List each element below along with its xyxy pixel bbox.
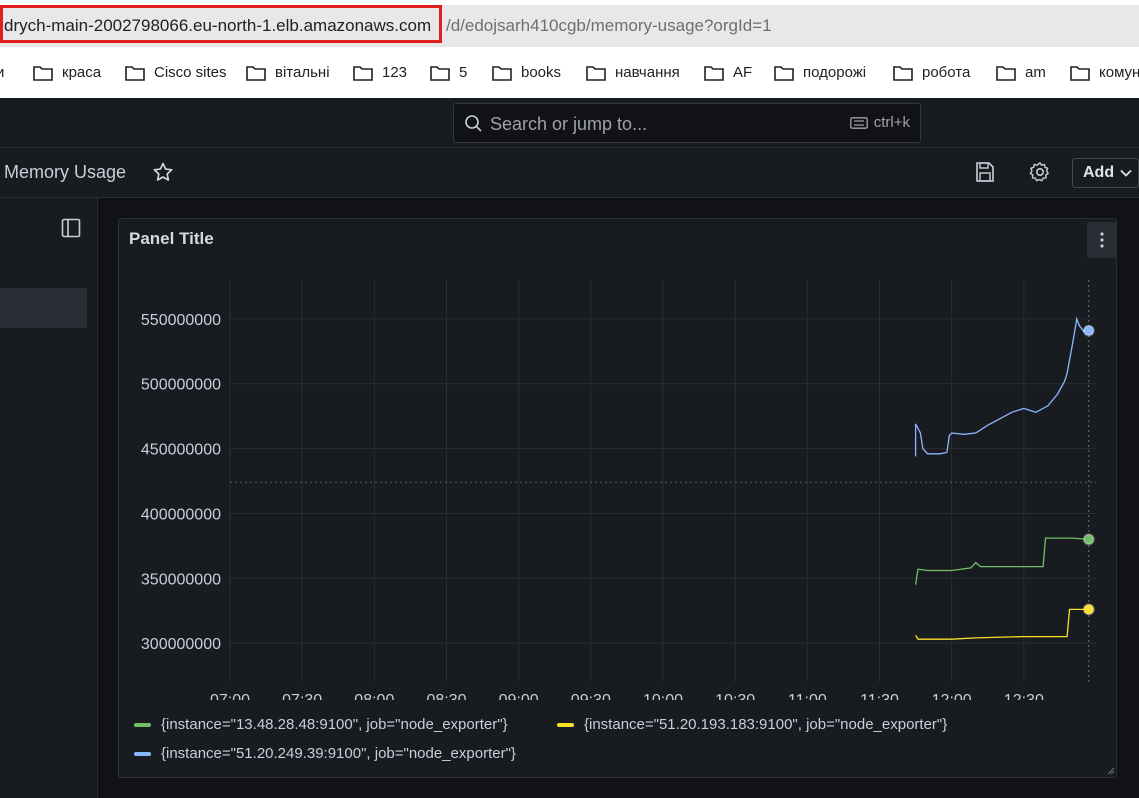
y-tick-label: 350000000 [141, 571, 221, 588]
bookmark-label: books [521, 64, 562, 81]
browser-address-bar: drych-main-2002798066.eu-north-1.elb.ama… [0, 0, 1139, 48]
legend-swatch [134, 722, 151, 727]
x-tick-label: 12:00 [932, 692, 972, 700]
legend-swatch [557, 722, 574, 727]
bookmark-folder[interactable]: Cisco sites [125, 64, 227, 81]
sidebar-item-active[interactable] [0, 288, 87, 328]
series-hover-point [1082, 324, 1095, 337]
bookmark-label: Cisco sites [154, 64, 227, 81]
bookmark-label: AF [733, 64, 753, 81]
x-tick-label: 11:00 [788, 692, 827, 700]
x-tick-label: 10:30 [715, 692, 755, 700]
x-tick-label: 09:30 [571, 692, 611, 700]
series-line [914, 537, 1089, 585]
folder-icon [246, 65, 266, 81]
search-icon [465, 115, 482, 132]
save-icon[interactable] [975, 161, 995, 183]
x-tick-label: 08:30 [426, 692, 466, 700]
legend-item[interactable]: {instance="13.48.28.48:9100", job="node_… [134, 716, 508, 733]
bookmark-label: am [1025, 64, 1046, 81]
bookmark-label: 123 [382, 64, 408, 81]
y-tick-label: 450000000 [141, 442, 221, 459]
x-tick-label: 11:30 [860, 692, 899, 700]
gear-icon[interactable] [1029, 161, 1051, 183]
bookmark-folder[interactable]: am [996, 64, 1046, 81]
folder-icon [774, 65, 794, 81]
legend-label: {instance="13.48.28.48:9100", job="node_… [161, 716, 508, 733]
legend-label: {instance="51.20.193.183:9100", job="nod… [584, 716, 948, 733]
chevron-down-icon [1120, 169, 1132, 177]
url-highlight-box [0, 5, 442, 43]
folder-icon [996, 65, 1016, 81]
add-button[interactable]: Add [1072, 158, 1139, 188]
y-tick-label: 300000000 [141, 636, 221, 653]
search-input[interactable]: Search or jump to... ctrl+k [453, 103, 921, 143]
time-series-chart[interactable]: 07:00 07:30 08:00 08:30 09:00 09:30 10:00 10:30… [118, 260, 1117, 700]
folder-icon [704, 65, 724, 81]
bookmark-folder[interactable]: краса [33, 64, 101, 81]
search-placeholder: Search or jump to... [490, 114, 648, 134]
bookmark-label: подорожі [803, 64, 867, 81]
shortcut-label: ctrl+k [873, 114, 910, 131]
y-tick-label: 550000000 [141, 312, 221, 329]
bookmark-folder[interactable]: AF [704, 64, 752, 81]
url-path[interactable]: /d/edojsarh410cgb/memory-usage?orgId=1 [446, 16, 772, 36]
series-hover-point [1082, 603, 1095, 616]
keyboard-shortcut-hint: ctrl+k [849, 114, 910, 131]
y-tick-label: 500000000 [141, 377, 221, 394]
legend-swatch [134, 751, 151, 756]
x-tick-label: 10:00 [643, 692, 683, 700]
series-line [914, 316, 1089, 457]
bookmark-label: и [0, 64, 5, 81]
bookmark-folder[interactable]: навчання [586, 64, 680, 81]
folder-icon [353, 65, 373, 81]
bookmark-label: краса [62, 64, 102, 81]
resize-handle-icon[interactable] [1107, 767, 1115, 775]
bookmark-label: 5 [459, 64, 468, 81]
y-tick-label: 400000000 [141, 506, 221, 523]
panel-menu-button[interactable] [1087, 222, 1117, 258]
x-tick-label: 08:00 [354, 692, 394, 700]
x-tick-label: 07:30 [282, 692, 322, 700]
more-vertical-icon [1100, 232, 1104, 248]
bookmark-folder[interactable]: books [492, 64, 561, 81]
dashboard-title[interactable]: Memory Usage [4, 162, 126, 183]
dock-menu-icon[interactable] [61, 218, 81, 238]
folder-icon [893, 65, 913, 81]
bookmark-folder[interactable]: комун [1070, 64, 1139, 81]
bookmark-label: комун [1099, 64, 1139, 81]
add-button-label: Add [1083, 164, 1115, 181]
folder-icon [492, 65, 512, 81]
folder-icon [1070, 65, 1090, 81]
x-tick-label: 07:00 [210, 692, 250, 700]
bookmark-folder[interactable]: 123 [353, 64, 407, 81]
series-hover-point [1082, 533, 1095, 546]
panel-title[interactable]: Panel Title [129, 229, 214, 249]
folder-icon [430, 65, 450, 81]
star-icon[interactable] [152, 161, 174, 183]
legend-item[interactable]: {instance="51.20.249.39:9100", job="node… [134, 745, 516, 762]
bookmark-label: вітальні [275, 64, 330, 81]
bookmark-folder[interactable]: подорожі [774, 64, 866, 81]
folder-icon [125, 65, 145, 81]
bookmarks-bar: и краса Cisco sites вітальні 123 5 books… [0, 48, 1139, 98]
bookmark-folder[interactable]: 5 [430, 64, 467, 81]
keyboard-icon [849, 116, 868, 129]
bookmark-folder[interactable]: вітальні [246, 64, 330, 81]
bookmark-folder[interactable]: и [0, 64, 4, 81]
bookmark-label: робота [922, 64, 971, 81]
bookmark-folder[interactable]: робота [893, 64, 970, 81]
folder-icon [33, 65, 53, 81]
folder-icon [586, 65, 606, 81]
x-tick-label: 12:30 [1004, 692, 1044, 700]
series-line [915, 608, 1089, 640]
bookmark-label: навчання [615, 64, 680, 81]
legend-item[interactable]: {instance="51.20.193.183:9100", job="nod… [557, 716, 947, 733]
legend-label: {instance="51.20.249.39:9100", job="node… [161, 745, 516, 762]
x-tick-label: 09:00 [499, 692, 539, 700]
